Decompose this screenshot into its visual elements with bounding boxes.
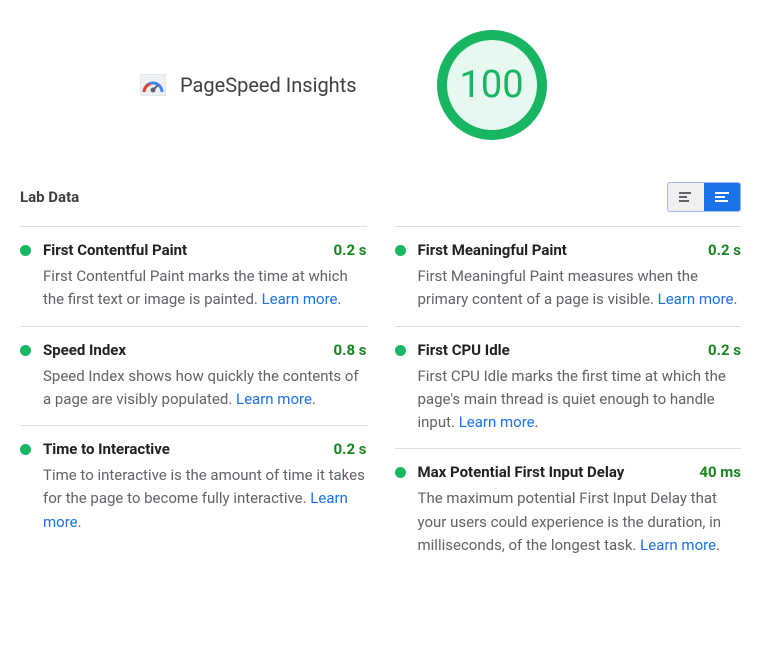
- learn-more-link[interactable]: Learn more: [459, 413, 535, 431]
- metric-title: Max Potential First Input Delay: [418, 463, 625, 481]
- learn-more-link[interactable]: Learn more: [640, 536, 716, 554]
- metric-head: First CPU Idle 0.2 s: [418, 341, 742, 359]
- status-dot-icon: [395, 345, 406, 356]
- metric-desc: First Contentful Paint marks the time at…: [43, 265, 367, 312]
- section-title: Lab Data: [20, 188, 79, 206]
- metric-title: First Meaningful Paint: [418, 241, 567, 259]
- compact-view-button[interactable]: [668, 183, 704, 211]
- status-dot-icon: [395, 245, 406, 256]
- metric-body: Max Potential First Input Delay 40 ms The …: [418, 463, 742, 557]
- metric-head: First Contentful Paint 0.2 s: [43, 241, 367, 259]
- header: PageSpeed Insights 100: [20, 20, 741, 170]
- expanded-view-button[interactable]: [704, 183, 740, 211]
- metric-item: Max Potential First Input Delay 40 ms The …: [395, 448, 742, 571]
- metric-desc: First Meaningful Paint measures when the…: [418, 265, 742, 312]
- metric-desc: Speed Index shows how quickly the conten…: [43, 365, 367, 412]
- brand-title: PageSpeed Insights: [180, 73, 357, 97]
- metric-desc: The maximum potential First Input Delay …: [418, 487, 742, 557]
- metric-body: Speed Index 0.8 s Speed Index shows how qu…: [43, 341, 367, 412]
- metric-head: Time to Interactive 0.2 s: [43, 440, 367, 458]
- metric-body: First Meaningful Paint0.2 sFirst Meaning…: [418, 241, 742, 312]
- metric-title: Speed Index: [43, 341, 126, 359]
- metric-item: First Contentful Paint0.2 sFirst Content…: [20, 226, 367, 326]
- learn-more-link[interactable]: Learn more: [236, 390, 312, 408]
- score-value: 100: [460, 63, 524, 107]
- metric-head: First Meaningful Paint 0.2 s: [418, 241, 742, 259]
- metric-title: First Contentful Paint: [43, 241, 187, 259]
- learn-more-link[interactable]: Learn more: [262, 290, 338, 308]
- metrics-col-right: First Meaningful Paint0.2 sFirst Meaning…: [395, 226, 742, 571]
- metric-head: Max Potential First Input Delay 40 ms: [418, 463, 742, 481]
- metric-item: Time to Interactive 0.2 s Time to interact…: [20, 425, 367, 548]
- metric-value: 40 ms: [699, 463, 741, 481]
- metric-body: First CPU Idle 0.2 s First CPU Idle marks …: [418, 341, 742, 435]
- brand: PageSpeed Insights: [140, 73, 357, 97]
- metric-value: 0.8 s: [334, 341, 367, 359]
- metrics-col-left: First Contentful Paint0.2 sFirst Content…: [20, 226, 367, 571]
- metric-item: First Meaningful Paint0.2 sFirst Meaning…: [395, 226, 742, 326]
- metric-desc: Time to interactive is the amount of tim…: [43, 464, 367, 534]
- metric-title: First CPU Idle: [418, 341, 510, 359]
- metric-title: Time to Interactive: [43, 440, 170, 458]
- metric-body: First Contentful Paint0.2 sFirst Content…: [43, 241, 367, 312]
- status-dot-icon: [20, 345, 31, 356]
- metric-body: Time to Interactive 0.2 s Time to interact…: [43, 440, 367, 534]
- metric-desc-text: First Meaningful Paint measures when the…: [418, 267, 698, 308]
- status-dot-icon: [20, 245, 31, 256]
- metrics-grid: First Contentful Paint0.2 sFirst Content…: [20, 226, 741, 571]
- metric-desc: First CPU Idle marks the first time at w…: [418, 365, 742, 435]
- metric-value: 0.2 s: [708, 341, 741, 359]
- metric-value: 0.2 s: [334, 440, 367, 458]
- expanded-lines-icon: [713, 190, 731, 204]
- score-ring: 100: [437, 30, 547, 140]
- pagespeed-icon: [140, 74, 166, 96]
- metric-value: 0.2 s: [334, 241, 367, 259]
- status-dot-icon: [20, 444, 31, 455]
- learn-more-link[interactable]: Learn more: [658, 290, 734, 308]
- section-header: Lab Data: [20, 182, 741, 212]
- status-dot-icon: [395, 467, 406, 478]
- metric-value: 0.2 s: [708, 241, 741, 259]
- metric-head: Speed Index 0.8 s: [43, 341, 367, 359]
- metric-item: First CPU Idle 0.2 s First CPU Idle marks …: [395, 326, 742, 449]
- compact-lines-icon: [677, 190, 695, 204]
- view-toggle-group: [667, 182, 741, 212]
- metric-item: Speed Index 0.8 s Speed Index shows how qu…: [20, 326, 367, 426]
